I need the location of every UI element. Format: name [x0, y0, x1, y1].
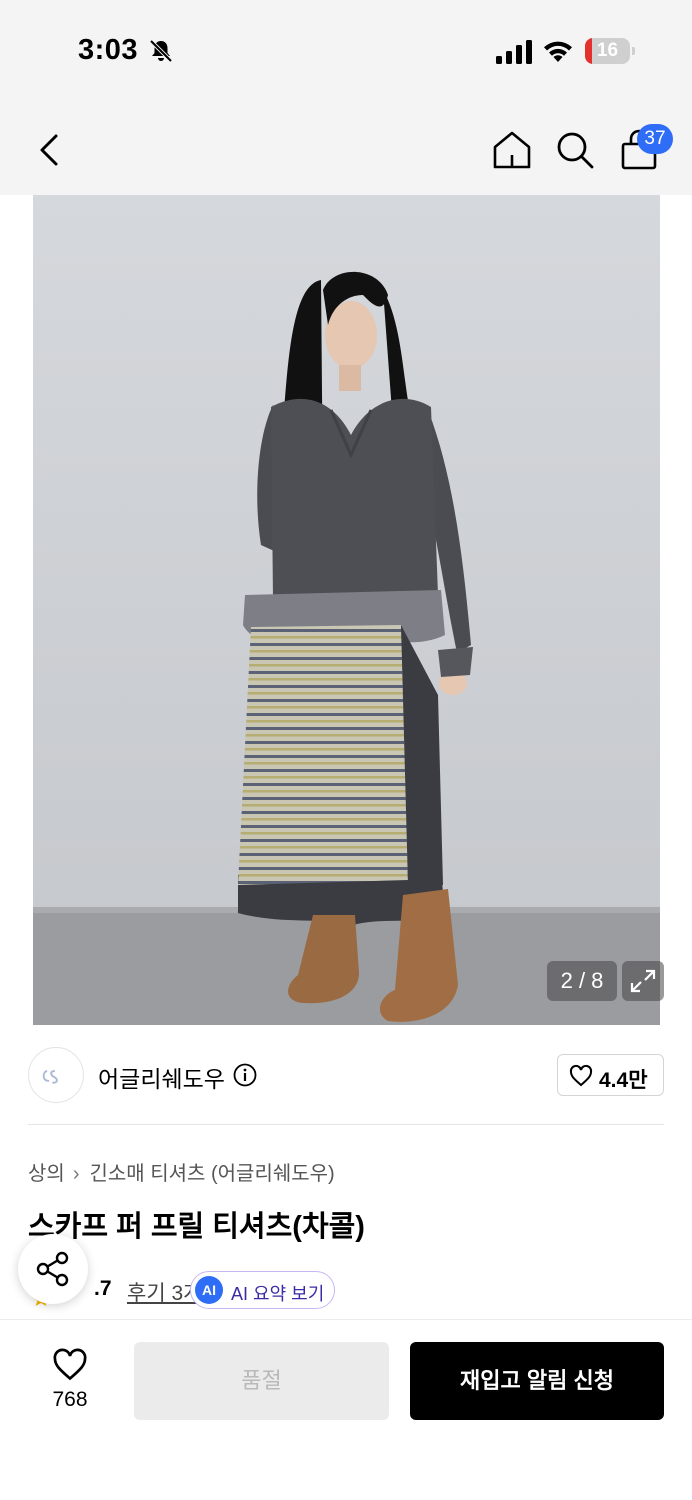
- share-button[interactable]: [18, 1234, 88, 1304]
- cellular-signal-icon: [496, 40, 532, 64]
- ai-summary-button[interactable]: AI AI 요약 보기: [190, 1271, 335, 1309]
- back-arrow-icon[interactable]: [28, 128, 72, 172]
- heart-icon: [569, 1064, 593, 1087]
- ai-icon: AI: [195, 1276, 223, 1304]
- battery-tip: [632, 47, 635, 55]
- image-counter: 2 / 8: [547, 961, 617, 1001]
- product-photo: [33, 195, 660, 1025]
- battery-indicator: 16: [585, 38, 635, 64]
- brand-like-count: 4.4만: [599, 1069, 648, 1092]
- divider: [28, 1124, 664, 1125]
- bottom-action-bar: 768 품절 재입고 알림 신청: [0, 1319, 692, 1500]
- breadcrumb-category[interactable]: 상의: [28, 1163, 65, 1185]
- brand-like-button[interactable]: 4.4만: [557, 1054, 664, 1096]
- wishlist-count: 768: [52, 1388, 88, 1411]
- home-icon[interactable]: [490, 128, 534, 172]
- breadcrumb: 상의 › 긴소매 티셔츠 (어글리쉐도우): [28, 1157, 335, 1186]
- bell-off-icon: [149, 39, 173, 63]
- wifi-icon: [544, 41, 572, 62]
- expand-icon[interactable]: [622, 961, 664, 1001]
- restock-notify-button[interactable]: 재입고 알림 신청: [410, 1342, 664, 1420]
- heart-icon: [53, 1348, 87, 1381]
- chevron-right-icon: ›: [72, 1163, 80, 1185]
- product-image[interactable]: [33, 195, 660, 1025]
- battery-body: 16: [585, 38, 630, 64]
- share-icon: [36, 1251, 69, 1287]
- brand-row[interactable]: 어글리쉐도우 4.4만: [0, 1025, 692, 1125]
- top-nav-bar: [0, 100, 692, 195]
- search-icon[interactable]: [553, 128, 597, 172]
- status-time: 3:03: [78, 34, 139, 66]
- battery-level: 16: [596, 40, 619, 61]
- cart-count-badge: 37: [637, 124, 673, 154]
- brand-name[interactable]: 어글리쉐도우: [98, 1060, 225, 1094]
- breadcrumb-subcategory[interactable]: 긴소매 티셔츠 (어글리쉐도우): [89, 1163, 334, 1185]
- ai-summary-label: AI 요약 보기: [231, 1284, 325, 1304]
- brand-logo[interactable]: [28, 1047, 84, 1103]
- rating-value: .7: [94, 1277, 112, 1300]
- status-bar: 3:03 16: [0, 0, 692, 100]
- product-title: 스카프 퍼 프릴 티셔츠(차콜): [28, 1211, 365, 1243]
- wishlist-button[interactable]: 768: [30, 1344, 110, 1424]
- soldout-button[interactable]: 품절: [134, 1342, 389, 1420]
- info-icon[interactable]: [233, 1063, 257, 1087]
